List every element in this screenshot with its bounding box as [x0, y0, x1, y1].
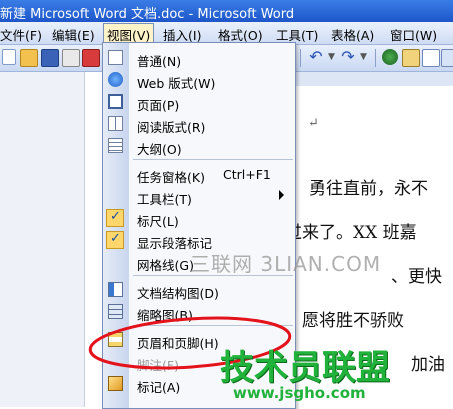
- doc-line-5: 加油: [411, 355, 445, 375]
- menu-window[interactable]: 窗口(W): [390, 25, 437, 44]
- menu-item-task-pane[interactable]: 任务窗格(K) Ctrl+F1: [103, 163, 295, 185]
- menu-item-label: 工具栏(T): [137, 192, 192, 207]
- menu-separator: [133, 159, 293, 160]
- permission-icon[interactable]: [62, 49, 80, 67]
- doc-line-2: 过来了。XX 班嘉: [285, 223, 417, 243]
- watermark-jsgho-url: www.jsgho.com: [233, 384, 366, 402]
- doc-line-4: ，愿将胜不骄败: [285, 311, 404, 331]
- markup-icon: [108, 376, 123, 391]
- menu-table[interactable]: 表格(A): [331, 25, 374, 44]
- menu-item-label: Web 版式(W): [137, 76, 216, 91]
- document-map-icon: [108, 282, 123, 297]
- insert-table-icon[interactable]: [422, 49, 440, 67]
- toolbar-separator: [300, 49, 301, 67]
- open-folder-icon[interactable]: [20, 49, 38, 67]
- menu-item-normal[interactable]: 普通(N): [103, 47, 295, 69]
- new-document-icon[interactable]: [2, 49, 16, 65]
- title-bar: 新建 Microsoft Word 文档.doc - Microsoft Wor…: [0, 0, 453, 22]
- menu-item-shortcut: Ctrl+F1: [223, 167, 271, 182]
- menu-item-label: 阅读版式(R): [137, 120, 206, 135]
- redo-dropdown-icon[interactable]: ▼: [360, 49, 376, 65]
- doc-line-1: 勇往直前，永不: [309, 179, 428, 199]
- horizontal-ruler[interactable]: [293, 72, 453, 87]
- menu-item-toolbars[interactable]: 工具栏(T): [103, 185, 295, 207]
- menu-item-print-layout[interactable]: 页面(P): [103, 91, 295, 113]
- menu-item-label: 网格线(G): [137, 258, 194, 273]
- redo-icon[interactable]: ↷: [340, 49, 356, 65]
- menu-edit[interactable]: 编辑(E): [52, 25, 95, 44]
- menu-item-label: 文档结构图(D): [137, 286, 219, 301]
- reading-layout-icon: [108, 116, 123, 131]
- window-title: 新建 Microsoft Word 文档.doc - Microsoft Wor…: [0, 7, 295, 22]
- tables-borders-icon[interactable]: [402, 49, 420, 67]
- menu-item-label: 标尺(L): [137, 214, 179, 229]
- menu-item-label: 大纲(O): [137, 142, 182, 157]
- undo-icon[interactable]: ↶: [308, 49, 324, 65]
- menu-item-web-layout[interactable]: Web 版式(W): [103, 69, 295, 91]
- checkmark-icon: [106, 231, 124, 249]
- insert-excel-icon[interactable]: [441, 49, 453, 67]
- menu-item-ruler[interactable]: 标尺(L): [103, 207, 295, 229]
- print-icon[interactable]: [82, 49, 100, 67]
- submenu-arrow-icon: [279, 190, 284, 200]
- menu-item-label: 任务窗格(K): [137, 170, 205, 185]
- print-layout-icon: [108, 94, 123, 109]
- normal-view-icon: [108, 50, 123, 65]
- menu-item-label: 普通(N): [137, 54, 182, 69]
- save-icon[interactable]: [41, 49, 59, 67]
- menu-item-document-map[interactable]: 文档结构图(D): [103, 279, 295, 301]
- hyperlink-icon[interactable]: [382, 49, 398, 65]
- menu-file[interactable]: 文件(F): [0, 25, 42, 44]
- toolbar-separator: [375, 49, 376, 67]
- checkmark-icon: [106, 209, 124, 227]
- menu-item-label: 页面(P): [137, 98, 180, 113]
- web-layout-icon: [108, 72, 123, 87]
- doc-line-3: 、更快: [391, 267, 442, 287]
- menu-item-outline[interactable]: 大纲(O): [103, 135, 295, 157]
- watermark-3lian: 三联网 3LIAN.COM: [190, 252, 382, 276]
- menu-item-reading-layout[interactable]: 阅读版式(R): [103, 113, 295, 135]
- menu-item-label: 标记(A): [137, 380, 181, 395]
- watermark-jsgho-logo: 技术员联盟: [220, 348, 390, 388]
- outline-view-icon: [108, 138, 123, 153]
- paragraph-mark: ↵: [308, 116, 319, 131]
